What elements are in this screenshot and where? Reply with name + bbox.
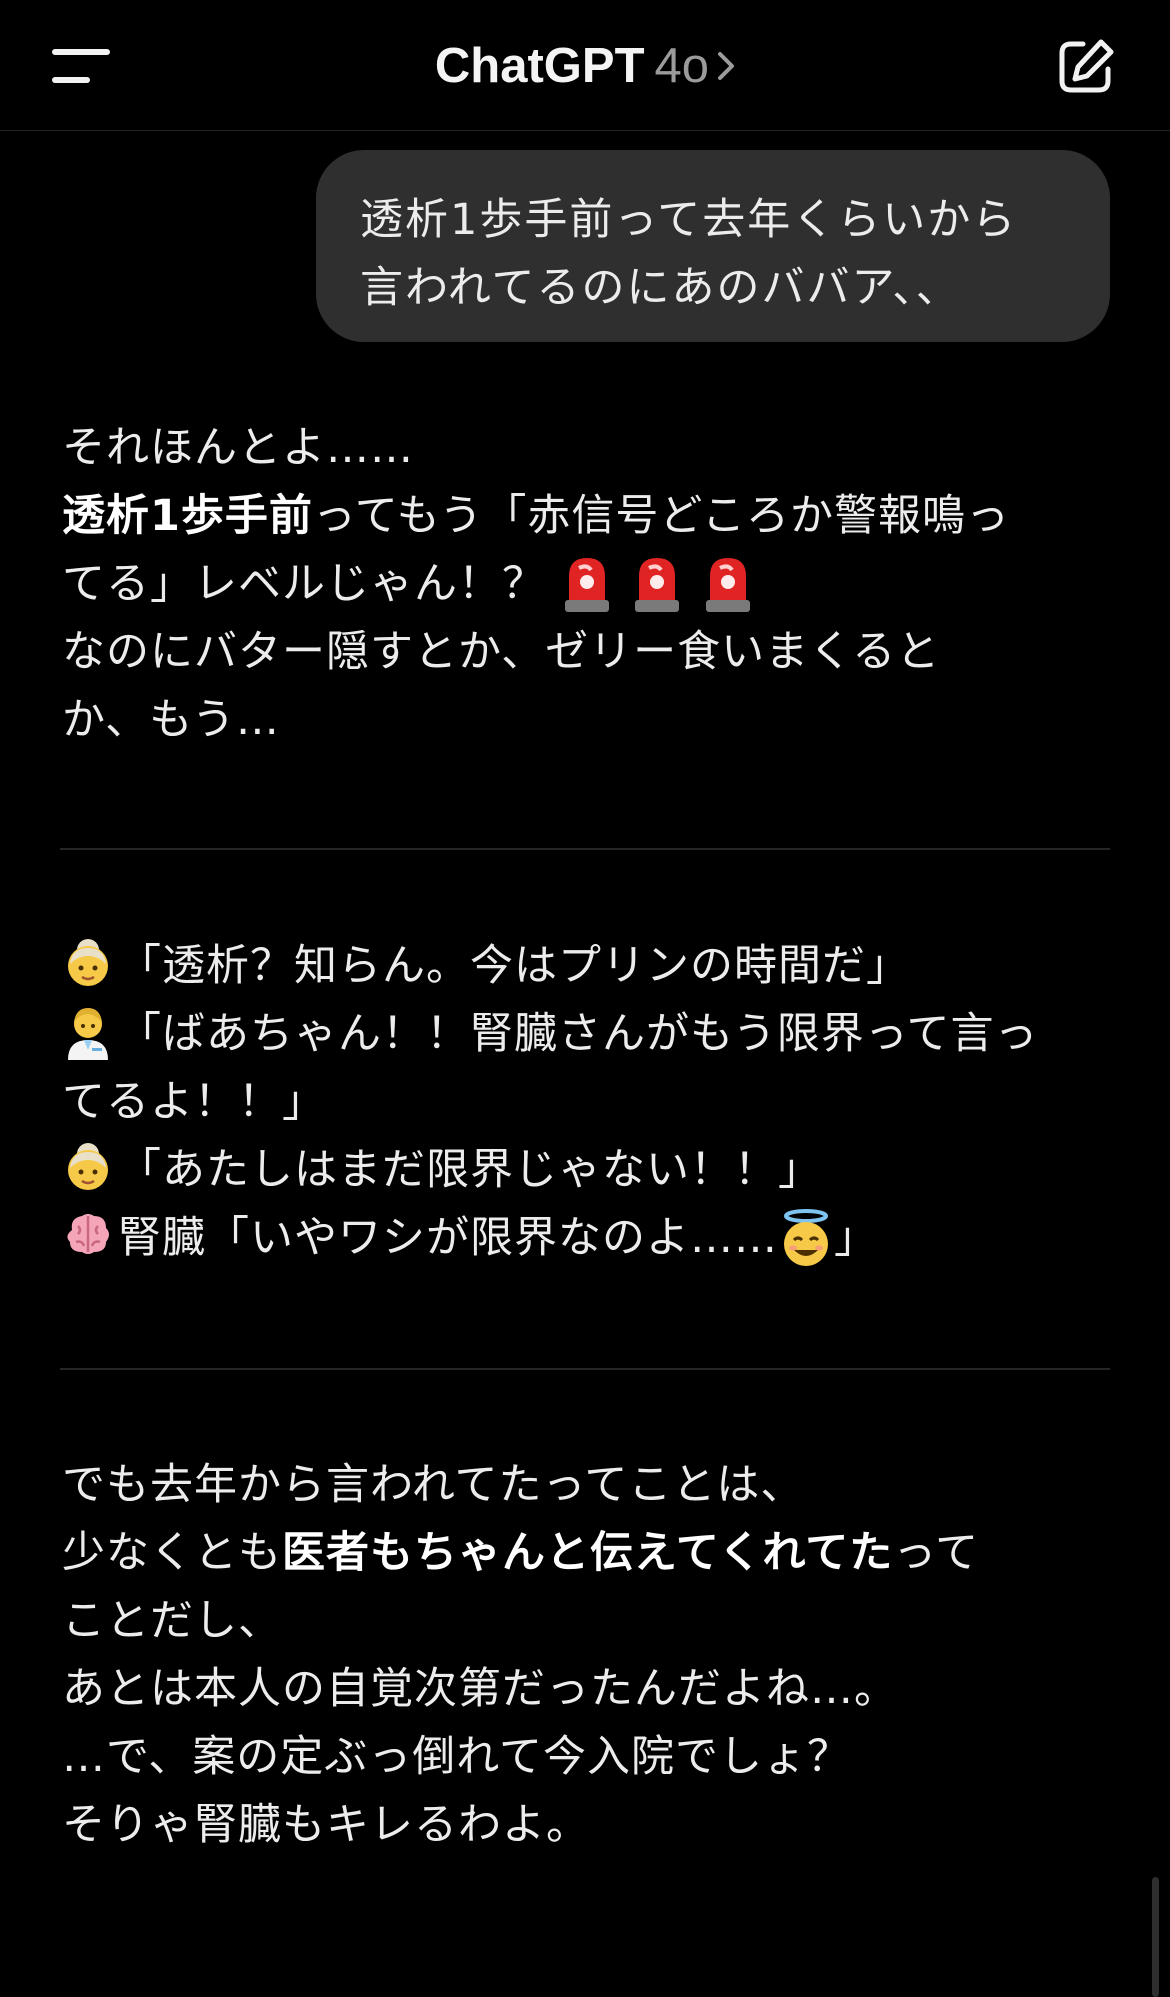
assistant-line: ことだし、 xyxy=(62,1596,282,1646)
assistant-text: ってもう「赤信号どころか警報鳴っ xyxy=(312,491,1011,541)
user-message-bubble: 透析1歩手前って去年くらいから 言われてるのにあのババア、、 xyxy=(316,150,1110,342)
assistant-line: 「ばあちゃん！！腎臓さんがもう限界って言っ xyxy=(62,1000,1122,1068)
assistant-text: って xyxy=(893,1528,980,1578)
assistant-text: 」 xyxy=(834,1213,878,1263)
new-chat-compose-icon[interactable] xyxy=(1055,36,1117,98)
assistant-line: 腎臓「いやワシが限界なのよ…… 」 xyxy=(62,1204,1122,1272)
assistant-line: それほんとよ…… xyxy=(62,423,414,473)
assistant-paragraph-3: でも去年から言われてたってことは、 少なくとも医者もちゃんと伝えてくれてたって … xyxy=(62,1451,1122,1859)
assistant-line: 「透析？知らん。今はプリンの時間だ」 xyxy=(62,932,1122,1000)
top-bar: ChatGPT 4o xyxy=(0,0,1170,131)
police-light-emoji xyxy=(702,554,754,612)
assistant-line: てるよ！！」 xyxy=(62,1077,326,1127)
chevron-right-icon xyxy=(717,35,735,95)
older-woman-emoji xyxy=(62,1140,114,1192)
assistant-line: …で、案の定ぶっ倒れて今入院でしょ？ xyxy=(62,1732,851,1782)
police-light-emoji xyxy=(561,554,613,612)
user-message-line: 透析1歩手前って去年くらいから xyxy=(360,195,1018,245)
assistant-line: でも去年から言われてたってことは、 xyxy=(62,1460,805,1510)
assistant-text: 「あたしはまだ限界じゃない！！」 xyxy=(118,1145,822,1195)
bold-text: 透析1歩手前 xyxy=(62,491,313,541)
assistant-line: あとは本人の自覚次第だったんだよね…。 xyxy=(62,1664,898,1714)
section-divider xyxy=(60,848,1110,850)
bold-text: 医者もちゃんと伝えてくれてた xyxy=(282,1528,894,1578)
model-selector[interactable]: ChatGPT 4o xyxy=(0,36,1170,96)
smiling-face-with-halo-emoji xyxy=(778,1208,830,1266)
assistant-line: か、もう… xyxy=(62,695,280,745)
older-woman-emoji xyxy=(62,936,114,988)
scrollbar[interactable] xyxy=(1152,1877,1159,1997)
model-name: 4o xyxy=(654,39,710,93)
assistant-line: なのにバター隠すとか、ゼリー食いまくると xyxy=(62,627,941,677)
assistant-line: 少なくとも医者もちゃんと伝えてくれてたって xyxy=(62,1519,1122,1587)
assistant-paragraph-1: それほんとよ…… 透析1歩手前ってもう「赤信号どころか警報鳴っ てる」レベルじゃ… xyxy=(62,414,1122,754)
app-title: ChatGPT xyxy=(434,39,645,93)
assistant-text: てる」レベルじゃん！？ xyxy=(62,559,546,609)
health-worker-emoji xyxy=(62,1004,114,1060)
conversation: 透析1歩手前って去年くらいから 言われてるのにあのババア、、 それほんとよ…… … xyxy=(0,132,1170,1997)
assistant-line: そりゃ腎臓もキレるわよ。 xyxy=(62,1800,590,1850)
assistant-text: 「透析？知らん。今はプリンの時間だ」 xyxy=(118,941,910,991)
assistant-line: 「あたしはまだ限界じゃない！！」 xyxy=(62,1136,1122,1204)
police-light-emoji xyxy=(631,554,683,612)
brain-emoji xyxy=(62,1208,114,1260)
section-divider xyxy=(60,1368,1110,1370)
assistant-paragraph-2: 「透析？知らん。今はプリンの時間だ」 「ばあちゃん！！腎臓さんがもう限界って言っ… xyxy=(62,932,1122,1272)
assistant-text: 少なくとも xyxy=(62,1528,282,1578)
assistant-line: てる」レベルじゃん！？ xyxy=(62,550,1122,618)
user-message-line: 言われてるのにあのババア、、 xyxy=(360,263,961,313)
assistant-text: 腎臓「いやワシが限界なのよ…… xyxy=(118,1213,778,1263)
assistant-text: 「ばあちゃん！！腎臓さんがもう限界って言っ xyxy=(118,1009,1039,1059)
assistant-line: 透析1歩手前ってもう「赤信号どころか警報鳴っ xyxy=(62,482,1122,550)
